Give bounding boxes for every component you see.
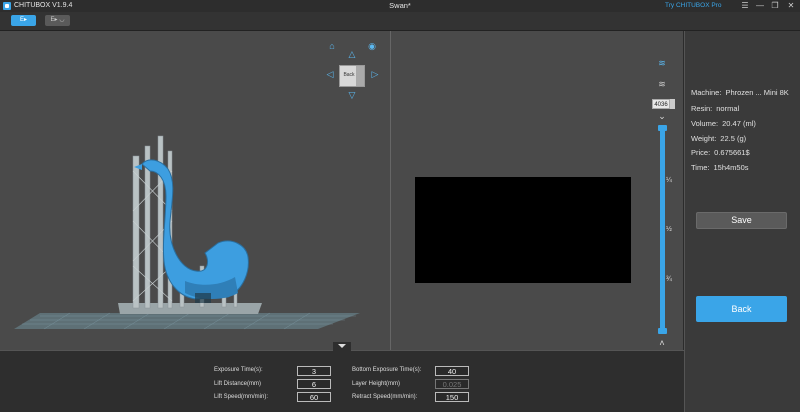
back-button[interactable]: Back — [696, 296, 787, 322]
layer-number-input[interactable]: 4036 — [652, 99, 670, 109]
close-icon[interactable]: ✕ — [784, 0, 798, 12]
time-value: 15h4m50s — [713, 163, 749, 172]
slider-tick-half: ½ — [666, 226, 672, 233]
slice-mode-tab[interactable]: E▸ ◡ — [45, 15, 70, 26]
print-settings-bar — [0, 350, 684, 412]
top-view-arrow-icon[interactable]: △ — [347, 49, 357, 59]
lift-distance-input[interactable]: 6 — [297, 379, 331, 389]
weight-value: 22.5 — [720, 134, 735, 143]
edit-mode-tab[interactable]: E▸ — [11, 15, 36, 26]
exposure-time-input[interactable]: 3 — [297, 366, 331, 376]
menu-icon[interactable]: ☰ — [738, 0, 752, 12]
bottom-view-arrow-icon[interactable]: ▽ — [347, 90, 357, 100]
home-view-icon[interactable]: ⌂ — [327, 41, 337, 51]
price-value: 0.675661$ — [714, 148, 750, 157]
left-view-arrow-icon[interactable]: ◁ — [325, 69, 335, 79]
lift-speed-label: Lift Speed(mm/min): — [214, 394, 269, 400]
machine-label: Machine: — [691, 88, 722, 97]
layer-down-chevron-icon[interactable]: ˄ — [657, 338, 667, 348]
slider-tick-quarter: ¼ — [666, 177, 672, 184]
weight-row: Weight: 22.5 (g) — [691, 134, 746, 143]
raft — [118, 303, 262, 314]
layer-height-label: Layer Height(mm) — [352, 381, 401, 387]
price-row: Price: 0.675661$ — [691, 148, 750, 157]
resin-row: Resin: normal — [691, 104, 739, 113]
view-cube[interactable]: Back — [339, 65, 365, 87]
volume-unit: (ml) — [742, 119, 756, 128]
retract-speed-label: Retract Speed(mm/min): — [352, 394, 418, 400]
time-row: Time: 15h4m50s — [691, 163, 749, 172]
bottom-exposure-input[interactable]: 40 — [435, 366, 469, 376]
lift-distance-label: Lift Distance(mm) — [214, 381, 262, 387]
3d-viewport[interactable]: ⌂ ◉ △ ◁ ▷ ▽ Back — [0, 31, 390, 350]
title-bar: CHITUBOX V1.9.4 Swan* Try CHITUBOX Pro ☰… — [0, 0, 800, 12]
bottom-exposure-label: Bottom Exposure Time(s): — [352, 367, 422, 373]
minimize-icon[interactable]: — — [753, 0, 767, 12]
volume-row: Volume: 20.47 (ml) — [691, 119, 756, 128]
toolbar: E▸ E▸ ◡ — [0, 12, 800, 31]
view-cube-side — [356, 66, 364, 86]
layer-height-input: 0.025 — [435, 379, 469, 389]
weight-label: Weight: — [691, 134, 717, 143]
try-pro-link[interactable]: Try CHITUBOX Pro — [665, 1, 721, 11]
slider-tick-three-quarter: ¾ — [666, 276, 672, 283]
collapse-settings-chevron-icon[interactable] — [333, 342, 351, 351]
layer-slider-bottom-handle[interactable] — [658, 328, 667, 334]
save-button[interactable]: Save — [696, 212, 787, 229]
layer-slider-top-handle[interactable] — [658, 125, 667, 131]
retract-speed-input[interactable]: 150 — [435, 392, 469, 402]
layers-view-icon[interactable]: ≋ — [656, 58, 668, 68]
time-label: Time: — [691, 163, 710, 172]
layer-slice-image — [415, 177, 631, 283]
price-label: Price: — [691, 148, 711, 157]
maximize-icon[interactable]: ❐ — [768, 0, 782, 12]
right-view-arrow-icon[interactable]: ▷ — [370, 69, 380, 79]
lift-speed-input[interactable]: 60 — [297, 392, 331, 402]
volume-label: Volume: — [691, 119, 719, 128]
resin-label: Resin: — [691, 104, 713, 113]
machine-row: Machine: Phrozen ... Mini 8K — [691, 88, 789, 97]
volume-value: 20.47 — [722, 119, 741, 128]
layer-number-spinner[interactable] — [670, 99, 675, 109]
layer-up-chevron-icon[interactable]: ⌄ — [657, 111, 667, 121]
machine-value: Phrozen ... Mini 8K — [725, 88, 789, 97]
resin-value: normal — [716, 104, 740, 113]
weight-unit: (g) — [737, 134, 747, 143]
swan-base-detail — [195, 293, 211, 303]
eye-visibility-icon[interactable]: ◉ — [367, 41, 377, 51]
layer-slider-track[interactable] — [660, 127, 665, 333]
layers-toggle-icon[interactable]: ≋ — [656, 79, 668, 89]
exposure-time-label: Exposure Time(s): — [214, 367, 263, 373]
